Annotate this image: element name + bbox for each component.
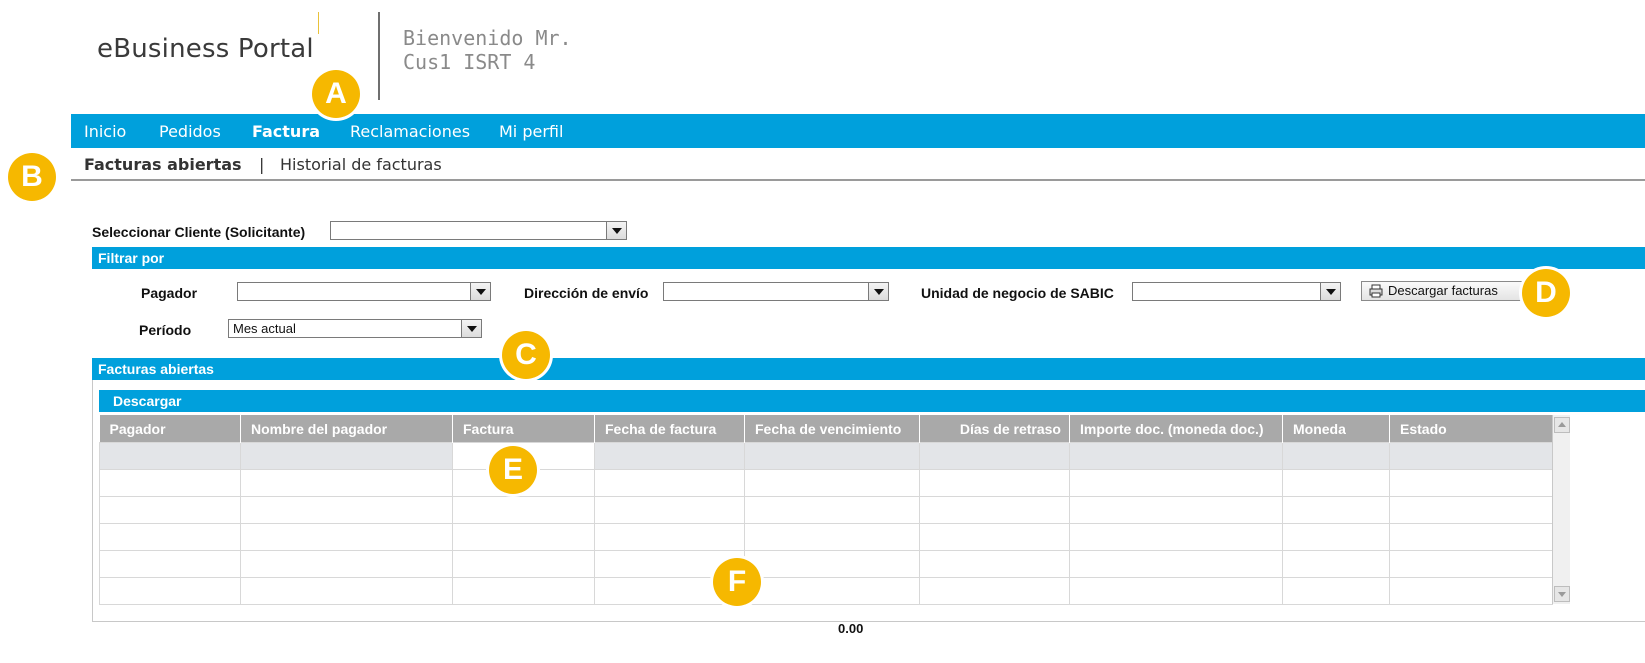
open-invoices-section-header: Facturas abiertas bbox=[92, 358, 1645, 380]
chevron-down-icon[interactable] bbox=[606, 222, 626, 239]
nav-reclamaciones[interactable]: Reclamaciones bbox=[350, 122, 470, 141]
table-header-row: Pagador Nombre del pagador Factura Fecha… bbox=[99, 415, 1553, 443]
chevron-down-icon[interactable] bbox=[461, 320, 481, 337]
column-header-factura[interactable]: Factura bbox=[452, 415, 595, 443]
scroll-down-icon[interactable] bbox=[1554, 586, 1570, 602]
period-select[interactable]: Mes actual bbox=[228, 319, 482, 338]
chevron-down-icon[interactable] bbox=[1320, 283, 1340, 300]
chevron-down-icon[interactable] bbox=[470, 283, 490, 300]
welcome-line-1: Bienvenido Mr. bbox=[403, 26, 572, 50]
subnav-separator: | bbox=[259, 155, 265, 174]
download-invoices-button[interactable]: Descargar facturas bbox=[1361, 281, 1531, 301]
column-header-nombre-pagador[interactable]: Nombre del pagador bbox=[240, 415, 453, 443]
table-scrollbar[interactable] bbox=[1552, 415, 1570, 604]
ship-address-select[interactable] bbox=[663, 282, 889, 301]
client-select-label: Seleccionar Cliente (Solicitante) bbox=[92, 224, 306, 240]
header-divider bbox=[378, 12, 380, 100]
subnav-facturas-abiertas[interactable]: Facturas abiertas bbox=[84, 155, 242, 174]
nav-inicio[interactable]: Inicio bbox=[84, 122, 126, 141]
nav-mi-perfil[interactable]: Mi perfil bbox=[499, 122, 563, 141]
nav-pedidos[interactable]: Pedidos bbox=[159, 122, 221, 141]
welcome-message: Bienvenido Mr. Cus1 ISRT 4 bbox=[403, 26, 572, 74]
download-bar[interactable]: Descargar bbox=[99, 390, 1645, 412]
logo-accent-mark bbox=[318, 12, 319, 34]
table-row[interactable] bbox=[99, 550, 1553, 578]
table-row[interactable] bbox=[99, 577, 1553, 605]
column-header-fecha-vencimiento[interactable]: Fecha de vencimiento bbox=[744, 415, 920, 443]
annotation-badge-e: E bbox=[489, 446, 537, 494]
column-header-fecha-factura[interactable]: Fecha de factura bbox=[594, 415, 745, 443]
annotation-badge-b: B bbox=[8, 153, 56, 201]
column-header-dias-retraso[interactable]: Días de retraso bbox=[919, 415, 1070, 443]
filter-section-header: Filtrar por bbox=[92, 247, 1645, 269]
table-row[interactable] bbox=[99, 469, 1553, 497]
subnav-historial-facturas[interactable]: Historial de facturas bbox=[280, 155, 442, 174]
download-invoices-label: Descargar facturas bbox=[1388, 283, 1498, 298]
payer-select[interactable] bbox=[237, 282, 491, 301]
table-row[interactable] bbox=[99, 523, 1553, 551]
welcome-line-2: Cus1 ISRT 4 bbox=[403, 50, 536, 74]
column-header-pagador[interactable]: Pagador bbox=[99, 415, 241, 443]
ship-address-label: Dirección de envío bbox=[524, 285, 649, 301]
client-select[interactable] bbox=[330, 221, 627, 240]
annotation-badge-f: F bbox=[713, 558, 761, 606]
annotation-badge-a: A bbox=[312, 70, 360, 118]
column-header-moneda[interactable]: Moneda bbox=[1282, 415, 1390, 443]
annotation-badge-d: D bbox=[1522, 269, 1570, 317]
invoices-table: Pagador Nombre del pagador Factura Fecha… bbox=[99, 415, 1553, 605]
annotation-badge-c: C bbox=[502, 331, 550, 379]
table-row[interactable] bbox=[99, 442, 1553, 470]
period-label: Período bbox=[139, 322, 192, 338]
business-unit-label: Unidad de negocio de SABIC bbox=[921, 285, 1114, 301]
top-navigation: Inicio Pedidos Factura Reclamaciones Mi … bbox=[71, 114, 1645, 148]
column-header-importe-doc[interactable]: Importe doc. (moneda doc.) bbox=[1069, 415, 1283, 443]
column-header-estado[interactable]: Estado bbox=[1389, 415, 1553, 443]
invoices-grid: Pagador Nombre del pagador Factura Fecha… bbox=[99, 415, 1553, 605]
table-row[interactable] bbox=[99, 496, 1553, 524]
payer-label: Pagador bbox=[141, 285, 198, 301]
printer-icon bbox=[1369, 284, 1383, 298]
nav-factura[interactable]: Factura bbox=[252, 122, 320, 141]
portal-logo: eBusiness Portal bbox=[97, 34, 314, 64]
total-amount: 0.00 bbox=[838, 621, 864, 636]
chevron-down-icon[interactable] bbox=[868, 283, 888, 300]
period-select-value: Mes actual bbox=[233, 321, 296, 336]
sub-navigation: Facturas abiertas | Historial de factura… bbox=[71, 149, 1645, 181]
business-unit-select[interactable] bbox=[1132, 282, 1341, 301]
scroll-up-icon[interactable] bbox=[1554, 417, 1570, 433]
